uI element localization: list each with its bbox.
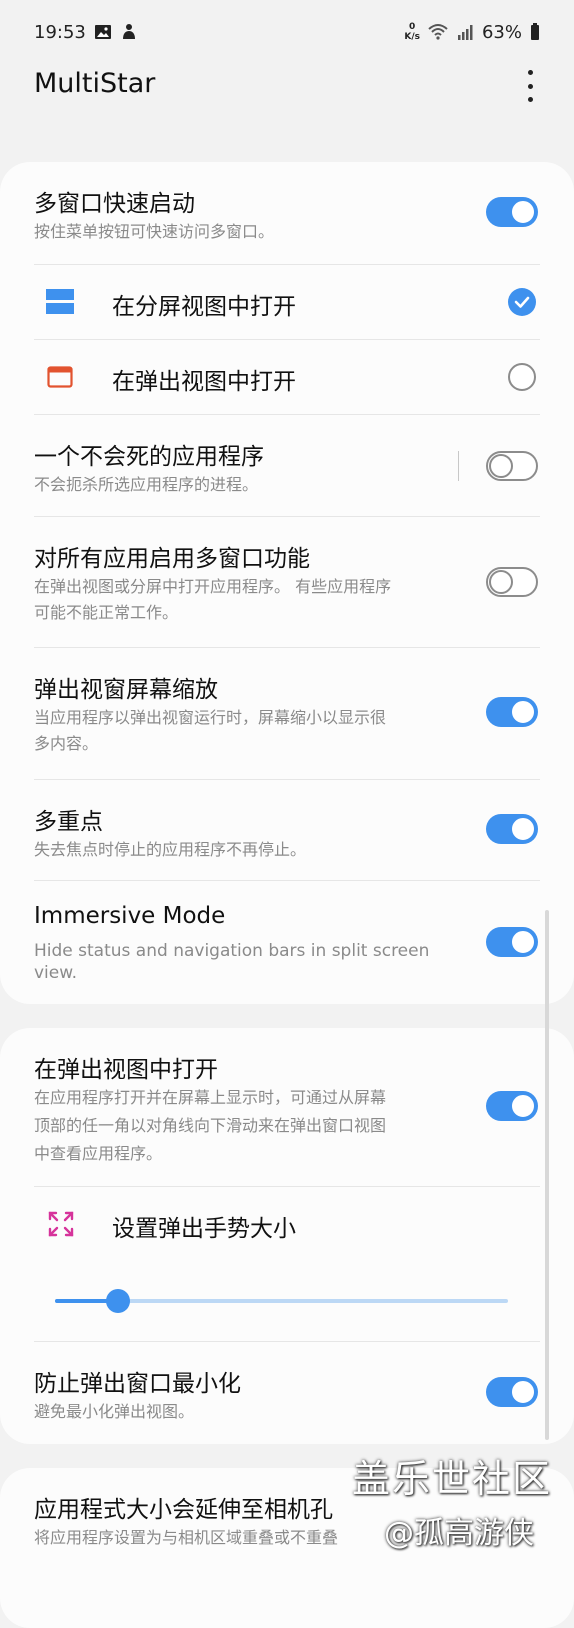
setting-subtitle-line-2: 多内容。	[34, 734, 99, 753]
setting-subtitle-line-2: 可能不能正常工作。	[34, 603, 179, 622]
popup-zoom-toggle[interactable]	[486, 697, 538, 727]
setting-subtitle-line-1: Hide status and navigation bars in split…	[34, 941, 430, 961]
popup-window-icon	[47, 366, 73, 388]
setting-title: 多重点	[34, 809, 103, 835]
net-speed-unit: K/s	[404, 32, 420, 42]
setting-title: 对所有应用启用多窗口功能	[34, 546, 310, 572]
setting-title: 一个不会死的应用程序	[34, 444, 264, 470]
option-label: 设置弹出手势大小	[112, 1216, 296, 1242]
setting-subtitle-line-1: 在弹出视图或分屏中打开应用程序。 有些应用程序	[34, 577, 392, 596]
setting-subtitle: 避免最小化弹出视图。	[34, 1402, 195, 1421]
more-dot-icon	[527, 70, 533, 75]
setting-gesture-size: 设置弹出手势大小	[0, 1187, 574, 1341]
setting-subtitle-line-2: view.	[34, 963, 77, 983]
setting-undying-app[interactable]: 一个不会死的应用程序 不会扼杀所选应用程序的进程。	[0, 415, 574, 517]
setting-subtitle-line-1: 在应用程序打开并在屏幕上显示时，可通过从屏幕	[34, 1088, 387, 1107]
settings-card-1: 多窗口快速启动 按住菜单按钮可快速访问多窗口。 在分屏视图中打开 在弹出视图中打…	[0, 162, 574, 1004]
open-split-radio[interactable]	[508, 288, 536, 316]
setting-title: 在弹出视图中打开	[34, 1057, 218, 1083]
net-speed-value: 0	[409, 22, 416, 32]
setting-popup-zoom[interactable]: 弹出视窗屏幕缩放 当应用程序以弹出视窗运行时，屏幕缩小以显示很 多内容。	[0, 648, 574, 780]
scrollbar[interactable]	[545, 910, 549, 1440]
option-open-split[interactable]: 在分屏视图中打开	[0, 265, 574, 339]
option-open-popup[interactable]: 在弹出视图中打开	[0, 340, 574, 414]
more-dot-icon	[527, 97, 533, 102]
option-label: 在弹出视图中打开	[112, 369, 296, 395]
open-in-popup-toggle[interactable]	[486, 1091, 538, 1121]
quick-launch-toggle[interactable]	[486, 197, 538, 227]
app-bar: MultiStar	[0, 64, 574, 154]
open-popup-radio[interactable]	[508, 363, 536, 391]
settings-card-2: 在弹出视图中打开 在应用程序打开并在屏幕上显示时，可通过从屏幕 顶部的任一角以对…	[0, 1028, 574, 1444]
setting-subtitle: 将应用程序设置为与相机区域重叠或不重叠	[34, 1528, 339, 1547]
setting-subtitle: 不会扼杀所选应用程序的进程。	[34, 475, 259, 494]
setting-quick-launch[interactable]: 多窗口快速启动 按住菜单按钮可快速访问多窗口。	[0, 162, 574, 264]
status-bar-left: 19:53	[34, 22, 138, 43]
wifi-icon	[428, 24, 448, 40]
split-screen-icon	[46, 289, 74, 314]
prevent-minimize-toggle[interactable]	[486, 1377, 538, 1407]
status-bar-right: 0 K/s 63%	[404, 22, 540, 43]
setting-multi-focus[interactable]: 多重点 失去焦点时停止的应用程序不再停止。	[0, 780, 574, 880]
notification-figure-icon	[122, 24, 135, 39]
more-options-button[interactable]	[516, 70, 544, 102]
setting-title: 防止弹出窗口最小化	[34, 1371, 241, 1397]
battery-percent: 63%	[481, 21, 522, 43]
vertical-separator	[458, 451, 459, 481]
option-label: 在分屏视图中打开	[112, 294, 296, 320]
setting-prevent-minimize[interactable]: 防止弹出窗口最小化 避免最小化弹出视图。	[0, 1342, 574, 1444]
setting-title: Immersive Mode	[34, 903, 226, 929]
gallery-icon	[94, 25, 111, 39]
setting-subtitle: 按住菜单按钮可快速访问多窗口。	[34, 222, 275, 241]
enable-all-toggle[interactable]	[486, 567, 538, 597]
app-title: MultiStar	[34, 68, 156, 99]
setting-subtitle-line-1: 当应用程序以弹出视窗运行时，屏幕缩小以显示很	[34, 708, 387, 727]
net-speed: 0 K/s	[404, 22, 420, 42]
signal-icon	[457, 25, 473, 40]
status-time: 19:53	[34, 21, 86, 43]
setting-immersive-mode[interactable]: Immersive Mode Hide status and navigatio…	[0, 881, 574, 1004]
check-icon	[514, 296, 530, 308]
setting-open-in-popup[interactable]: 在弹出视图中打开 在应用程序打开并在屏幕上显示时，可通过从屏幕 顶部的任一角以对…	[0, 1028, 574, 1186]
immersive-mode-toggle[interactable]	[486, 927, 538, 957]
setting-title: 弹出视窗屏幕缩放	[34, 677, 218, 703]
watermark-community: 盖乐世社区	[352, 1457, 553, 1501]
setting-title: 多窗口快速启动	[34, 191, 195, 217]
more-dot-icon	[527, 83, 533, 89]
setting-title: 应用程式大小会延伸至相机孔	[34, 1497, 333, 1523]
battery-icon	[531, 23, 539, 40]
watermark-author: @孤高游侠	[384, 1516, 534, 1551]
setting-subtitle-line-3: 中查看应用程序。	[34, 1144, 163, 1163]
setting-enable-all-apps[interactable]: 对所有应用启用多窗口功能 在弹出视图或分屏中打开应用程序。 有些应用程序 可能不…	[0, 517, 574, 647]
setting-subtitle-line-2: 顶部的任一角以对角线向下滑动来在弹出窗口视图	[34, 1116, 387, 1135]
status-bar: 19:53 0 K/s 63%	[0, 0, 574, 64]
undying-app-toggle[interactable]	[486, 451, 538, 481]
expand-arrows-icon	[48, 1211, 74, 1237]
setting-subtitle: 失去焦点时停止的应用程序不再停止。	[34, 840, 307, 859]
multi-focus-toggle[interactable]	[486, 814, 538, 844]
